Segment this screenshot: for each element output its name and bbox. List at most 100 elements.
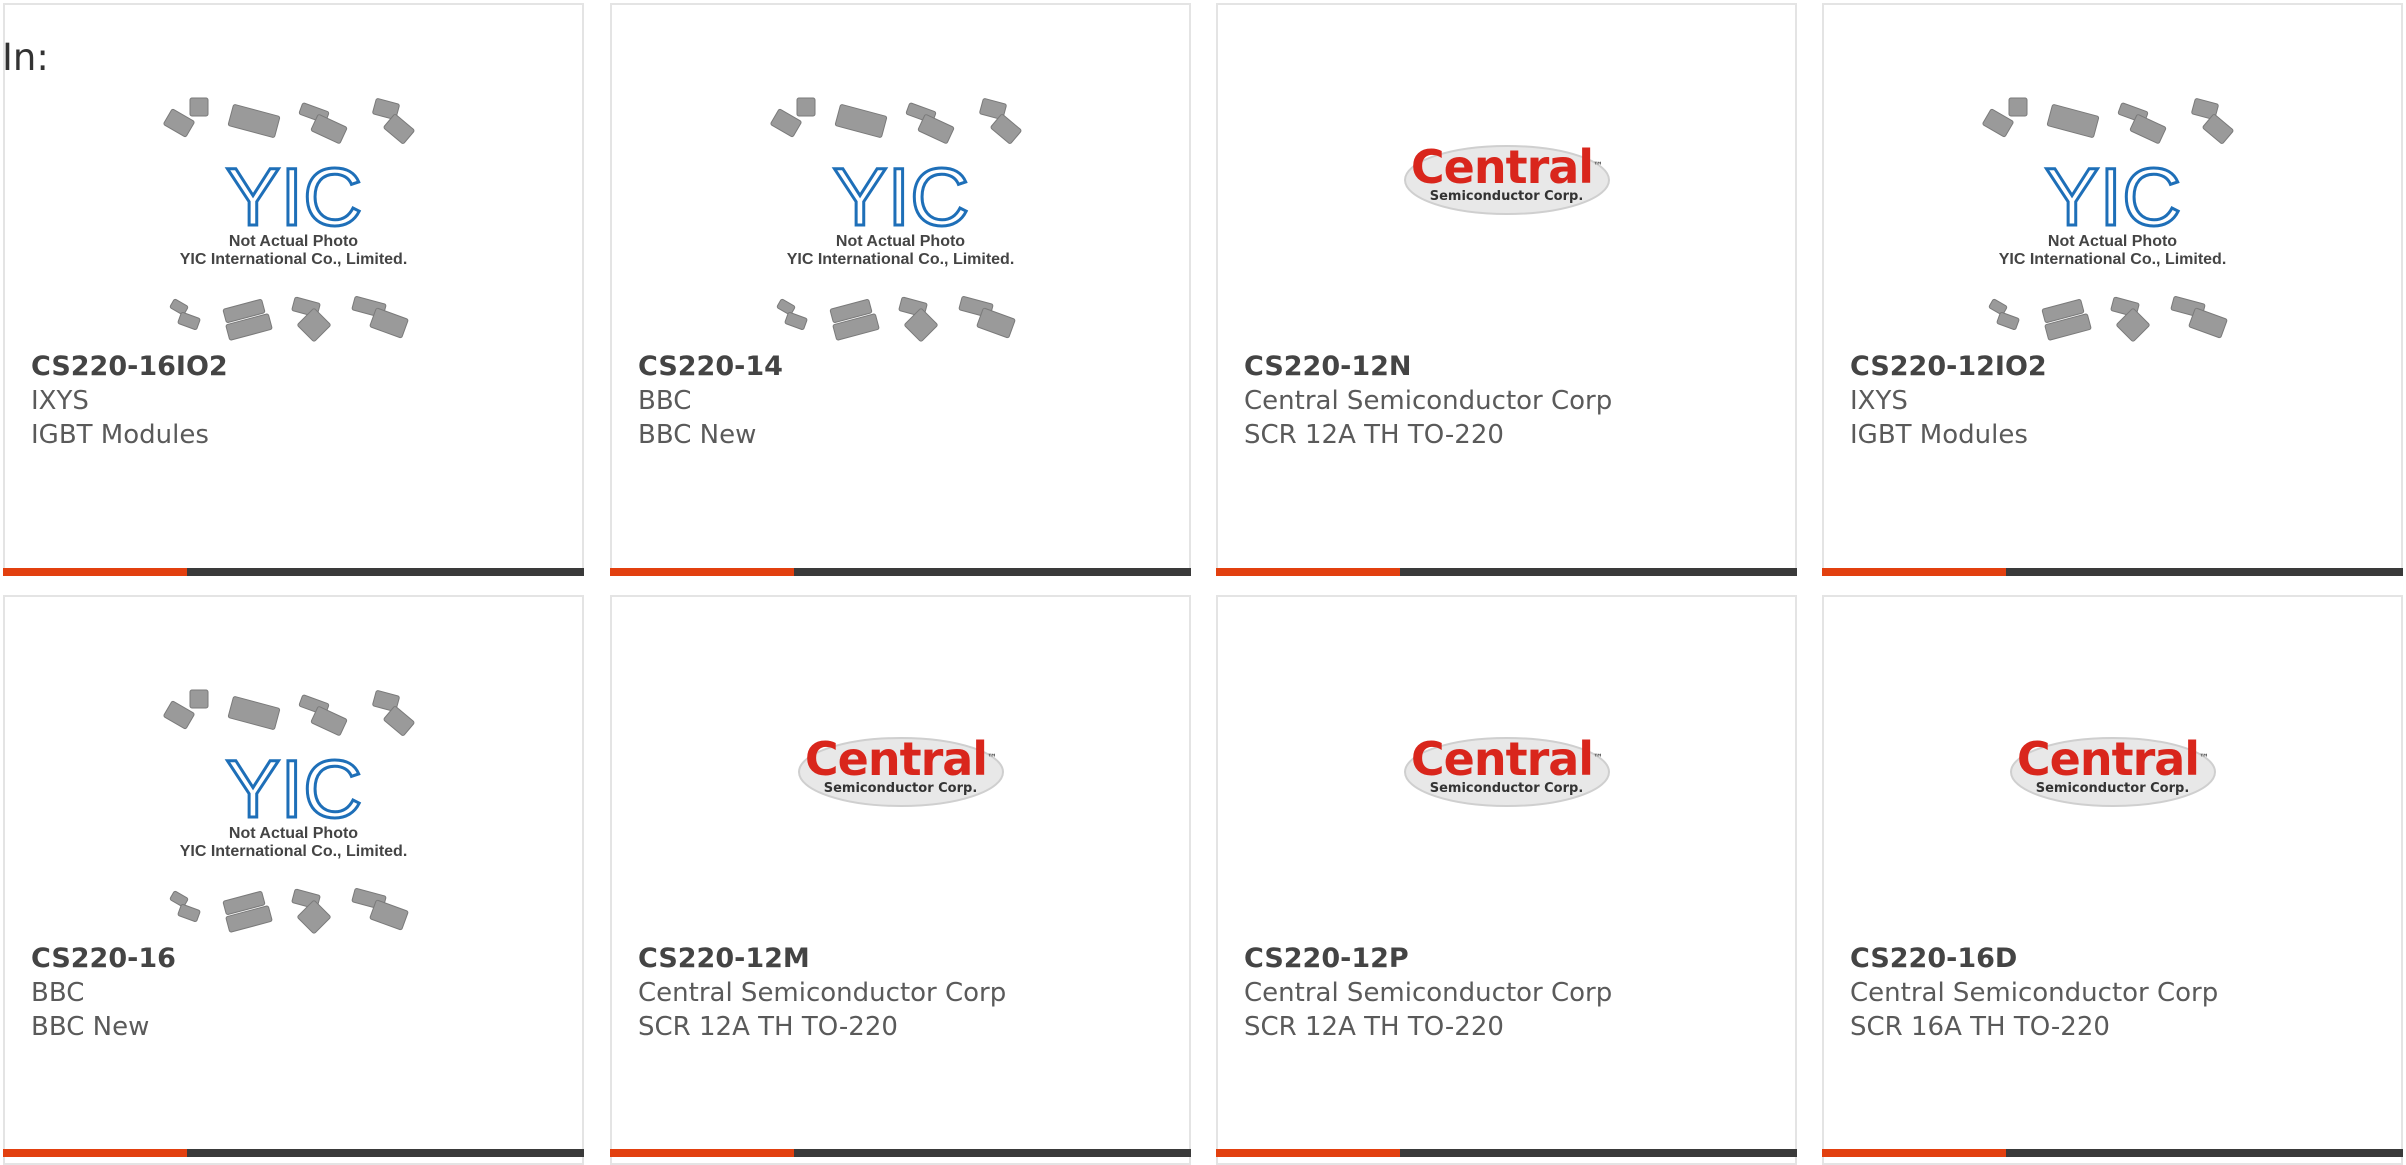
- central-semiconductor-logo: Central™ Semiconductor Corp.: [2008, 727, 2218, 817]
- product-info: CS220-14 BBC BBC New: [638, 350, 1179, 452]
- product-info: CS220-12N Central Semiconductor Corp SCR…: [1244, 350, 1785, 452]
- yic-placeholder-image: YIC Not Actual Photo YIC International Co.…: [761, 95, 1041, 345]
- card-bottom-bar: [1216, 568, 1797, 576]
- product-info: CS220-16IO2 IXYS IGBT Modules: [31, 350, 572, 452]
- central-logo-subtitle: Semiconductor Corp.: [1429, 189, 1584, 204]
- placeholder-caption-line1: Not Actual Photo: [835, 233, 966, 250]
- placeholder-caption-line1: Not Actual Photo: [2047, 233, 2178, 250]
- chip-packages-icon: YIC: [769, 97, 1021, 342]
- central-logo-subtitle: Semiconductor Corp.: [1429, 781, 1584, 796]
- product-image[interactable]: Central™ Semiconductor Corp.: [612, 597, 1189, 942]
- yic-logo: YIC: [225, 152, 362, 243]
- central-logo-word: Central™: [804, 732, 997, 786]
- chip-packages-icon: YIC: [1981, 97, 2233, 342]
- yic-logo: YIC: [225, 744, 362, 835]
- product-image[interactable]: YIC Not Actual Photo YIC International Co.…: [5, 597, 582, 942]
- yic-placeholder-image: YIC Not Actual Photo YIC International Co.…: [154, 95, 434, 345]
- card-accent-bar: [1216, 568, 1400, 576]
- yic-placeholder-image: YIC Not Actual Photo YIC International Co.…: [154, 687, 434, 937]
- product-card[interactable]: YIC Not Actual Photo YIC International Co.…: [3, 3, 584, 576]
- central-logo-word: Central™: [1410, 732, 1603, 786]
- product-card[interactable]: Central™ Semiconductor Corp. CS220-12N Ce…: [1216, 3, 1797, 576]
- placeholder-caption-line1: Not Actual Photo: [228, 233, 359, 250]
- card-bottom-bar: [1822, 1149, 2403, 1157]
- manufacturer: Central Semiconductor Corp: [638, 978, 1007, 1008]
- product-image[interactable]: Central™ Semiconductor Corp.: [1824, 597, 2401, 942]
- description: BBC New: [31, 1012, 150, 1042]
- part-number[interactable]: CS220-16IO2: [31, 350, 572, 384]
- product-image[interactable]: YIC Not Actual Photo YIC International Co.…: [612, 5, 1189, 350]
- description: SCR 12A TH TO-220: [1244, 1012, 1504, 1042]
- part-number[interactable]: CS220-16: [31, 942, 572, 976]
- chip-packages-icon: YIC: [162, 97, 414, 342]
- description: SCR 16A TH TO-220: [1850, 1012, 2110, 1042]
- card-bottom-bar: [610, 568, 1191, 576]
- product-card[interactable]: YIC Not Actual Photo YIC International Co.…: [3, 595, 584, 1165]
- manufacturer: IXYS: [1850, 386, 1908, 416]
- part-number[interactable]: CS220-16D: [1850, 942, 2391, 976]
- in-label: In:: [2, 36, 49, 79]
- part-number[interactable]: CS220-14: [638, 350, 1179, 384]
- description: IGBT Modules: [1850, 420, 2028, 450]
- manufacturer: BBC: [638, 386, 692, 416]
- card-bottom-bar: [1822, 568, 2403, 576]
- product-info: CS220-16 BBC BBC New: [31, 942, 572, 1044]
- card-accent-bar: [1216, 1149, 1400, 1157]
- manufacturer: BBC: [31, 978, 85, 1008]
- card-accent-bar: [610, 568, 794, 576]
- card-accent-bar: [610, 1149, 794, 1157]
- description: BBC New: [638, 420, 757, 450]
- central-logo-subtitle: Semiconductor Corp.: [823, 781, 978, 796]
- description: IGBT Modules: [31, 420, 209, 450]
- card-bottom-bar: [3, 1149, 584, 1157]
- yic-logo: YIC: [832, 152, 969, 243]
- product-card[interactable]: Central™ Semiconductor Corp. CS220-12M Ce…: [610, 595, 1191, 1165]
- placeholder-caption-line1: Not Actual Photo: [228, 825, 359, 842]
- manufacturer: Central Semiconductor Corp: [1244, 978, 1613, 1008]
- product-info: CS220-16D Central Semiconductor Corp SCR…: [1850, 942, 2391, 1044]
- product-info: CS220-12IO2 IXYS IGBT Modules: [1850, 350, 2391, 452]
- product-grid: YIC Not Actual Photo YIC International Co.…: [0, 0, 2406, 1165]
- card-accent-bar: [3, 1149, 187, 1157]
- trademark-symbol: ™: [1593, 753, 1603, 764]
- chip-packages-icon: YIC: [162, 689, 414, 934]
- placeholder-caption-line2: YIC International Co., Limited.: [179, 843, 408, 860]
- manufacturer: IXYS: [31, 386, 89, 416]
- central-semiconductor-logo: Central™ Semiconductor Corp.: [1402, 727, 1612, 817]
- card-accent-bar: [1822, 1149, 2006, 1157]
- product-image[interactable]: Central™ Semiconductor Corp.: [1218, 597, 1795, 942]
- part-number[interactable]: CS220-12M: [638, 942, 1179, 976]
- central-logo-subtitle: Semiconductor Corp.: [2035, 781, 2190, 796]
- central-logo-word: Central™: [2016, 732, 2209, 786]
- placeholder-caption-line2: YIC International Co., Limited.: [786, 251, 1015, 268]
- placeholder-caption-line2: YIC International Co., Limited.: [179, 251, 408, 268]
- product-image[interactable]: YIC Not Actual Photo YIC International Co.…: [1824, 5, 2401, 350]
- manufacturer: Central Semiconductor Corp: [1850, 978, 2219, 1008]
- description: SCR 12A TH TO-220: [638, 1012, 898, 1042]
- part-number[interactable]: CS220-12N: [1244, 350, 1785, 384]
- product-info: CS220-12M Central Semiconductor Corp SCR…: [638, 942, 1179, 1044]
- product-image[interactable]: YIC Not Actual Photo YIC International Co.…: [5, 5, 582, 350]
- yic-placeholder-image: YIC Not Actual Photo YIC International Co.…: [1973, 95, 2253, 345]
- yic-logo: YIC: [2044, 152, 2181, 243]
- trademark-symbol: ™: [1593, 161, 1603, 172]
- trademark-symbol: ™: [987, 753, 997, 764]
- product-card[interactable]: Central™ Semiconductor Corp. CS220-12P Ce…: [1216, 595, 1797, 1165]
- card-accent-bar: [1822, 568, 2006, 576]
- product-card[interactable]: Central™ Semiconductor Corp. CS220-16D Ce…: [1822, 595, 2403, 1165]
- trademark-symbol: ™: [2199, 753, 2209, 764]
- part-number[interactable]: CS220-12P: [1244, 942, 1785, 976]
- product-image[interactable]: Central™ Semiconductor Corp.: [1218, 5, 1795, 350]
- central-logo-word: Central™: [1410, 140, 1603, 194]
- product-card[interactable]: YIC Not Actual Photo YIC International Co.…: [610, 3, 1191, 576]
- card-bottom-bar: [1216, 1149, 1797, 1157]
- card-accent-bar: [3, 568, 187, 576]
- product-card[interactable]: YIC Not Actual Photo YIC International Co.…: [1822, 3, 2403, 576]
- central-semiconductor-logo: Central™ Semiconductor Corp.: [796, 727, 1006, 817]
- card-bottom-bar: [3, 568, 584, 576]
- placeholder-caption-line2: YIC International Co., Limited.: [1998, 251, 2227, 268]
- product-info: CS220-12P Central Semiconductor Corp SCR…: [1244, 942, 1785, 1044]
- description: SCR 12A TH TO-220: [1244, 420, 1504, 450]
- central-semiconductor-logo: Central™ Semiconductor Corp.: [1402, 135, 1612, 225]
- part-number[interactable]: CS220-12IO2: [1850, 350, 2391, 384]
